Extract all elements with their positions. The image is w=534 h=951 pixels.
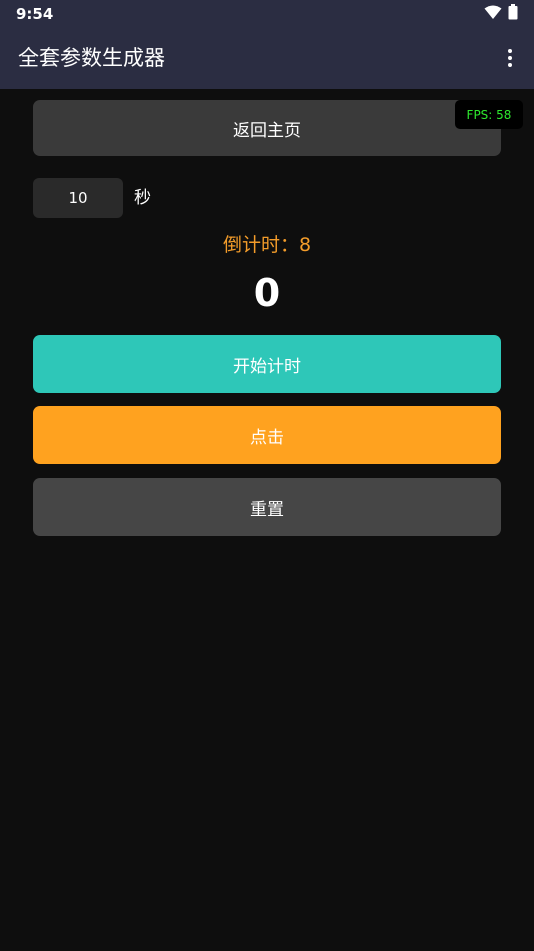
seconds-input[interactable] xyxy=(33,178,123,218)
wifi-icon xyxy=(484,5,502,24)
app-title: 全套参数生成器 xyxy=(18,46,165,70)
seconds-unit-label: 秒 xyxy=(134,188,151,208)
app-bar: 全套参数生成器 xyxy=(0,28,534,89)
more-vert-icon[interactable] xyxy=(498,44,522,72)
battery-icon xyxy=(508,4,518,24)
start-timer-button[interactable]: 开始计时 xyxy=(33,335,501,393)
countdown-display: 倒计时：8 xyxy=(0,232,534,258)
fps-counter: FPS: 58 xyxy=(455,100,523,129)
countdown-label: 倒计时： xyxy=(222,234,299,256)
click-button[interactable]: 点击 xyxy=(33,406,501,464)
reset-button[interactable]: 重置 xyxy=(33,478,501,536)
click-count: 0 xyxy=(253,271,281,315)
status-time: 9:54 xyxy=(16,5,54,23)
status-bar: 9:54 xyxy=(0,0,534,28)
back-home-button[interactable]: 返回主页 xyxy=(33,100,501,156)
countdown-value: 8 xyxy=(298,234,312,256)
status-icons xyxy=(484,4,518,24)
